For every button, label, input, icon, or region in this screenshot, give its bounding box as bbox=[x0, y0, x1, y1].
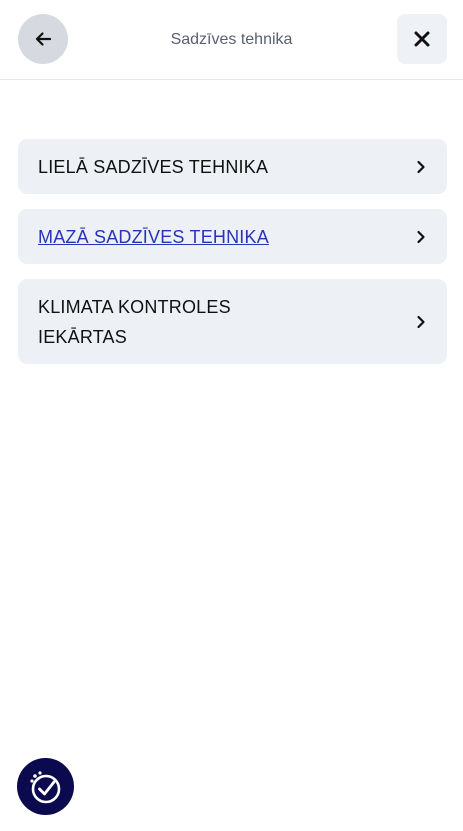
close-button[interactable] bbox=[397, 14, 447, 64]
chevron-right-icon bbox=[415, 160, 427, 174]
category-menu: LIELĀ SADZĪVES TEHNIKA MAZĀ SADZĪVES TEH… bbox=[18, 139, 447, 379]
menu-item-maza-sadzives-tehnika[interactable]: MAZĀ SADZĪVES TEHNIKA bbox=[18, 209, 447, 264]
menu-item-label: KLIMATA KONTROLES IEKĀRTAS bbox=[38, 296, 231, 347]
page-title: Sadzīves tehnika bbox=[170, 31, 293, 48]
close-icon bbox=[414, 31, 430, 47]
accessibility-button[interactable] bbox=[17, 758, 74, 815]
menu-item-label: LIELĀ SADZĪVES TEHNIKA bbox=[38, 156, 269, 177]
menu-item-klimata-kontroles-iekartas[interactable]: KLIMATA KONTROLES IEKĀRTAS bbox=[18, 279, 447, 364]
chevron-right-icon bbox=[415, 315, 427, 329]
menu-item-liela-sadzives-tehnika[interactable]: LIELĀ SADZĪVES TEHNIKA bbox=[18, 139, 447, 194]
menu-item-label[interactable]: MAZĀ SADZĪVES TEHNIKA bbox=[38, 222, 269, 252]
top-header: Sadzīves tehnika bbox=[0, 0, 463, 80]
accessibility-check-icon bbox=[29, 770, 60, 803]
chevron-right-icon bbox=[415, 230, 427, 244]
